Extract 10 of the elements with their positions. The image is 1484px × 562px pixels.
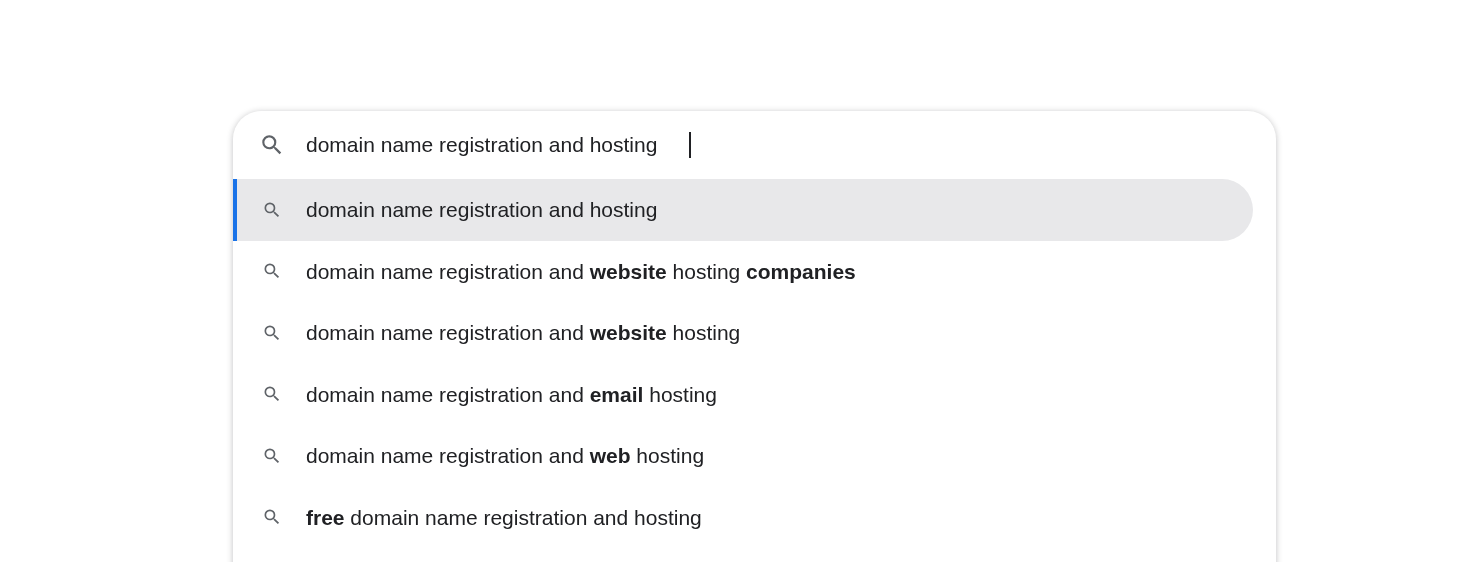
suggestion-text: free domain name registration and hosting xyxy=(306,504,702,531)
search-field[interactable]: domain name registration and hosting xyxy=(306,129,686,161)
suggestion-text: domain name registration and website hosting companies xyxy=(306,258,856,285)
suggestion-text: domain name registration and web hosting xyxy=(306,443,705,469)
suggestion-item[interactable]: domain name registration and hosting xyxy=(233,179,1253,241)
text-cursor xyxy=(689,132,691,158)
suggestion-text: domain name registration and email hosting xyxy=(306,381,717,408)
selection-bar xyxy=(233,179,237,241)
suggestion-text: domain name registration and website hosting xyxy=(306,320,741,346)
suggestion-text: domain name registration and hosting xyxy=(306,197,658,223)
